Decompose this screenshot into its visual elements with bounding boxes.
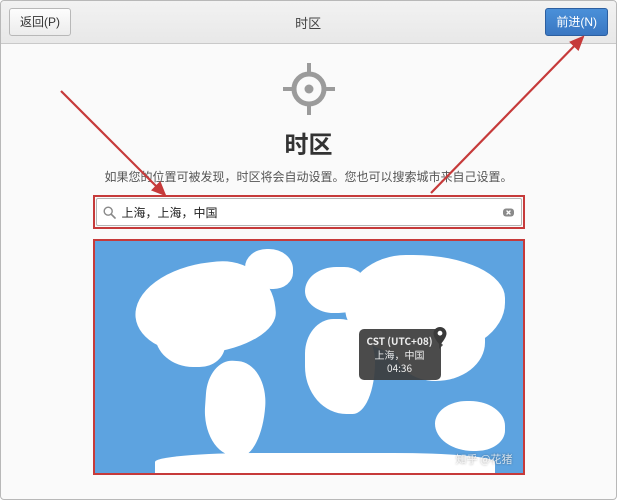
timezone-tooltip: CST (UTC+08) 上海，中国 04:36 [359,329,441,380]
map-landmass [155,307,225,367]
back-button[interactable]: 返回(P) [9,8,71,36]
tooltip-time: 04:36 [367,361,433,375]
map-highlight-box: CST (UTC+08) 上海，中国 04:36 知乎 @花猪 [93,239,525,475]
location-pin-icon[interactable] [433,327,447,341]
forward-button[interactable]: 前进(N) [545,8,608,36]
tooltip-city: 上海，中国 [367,348,433,362]
world-map[interactable]: CST (UTC+08) 上海，中国 04:36 知乎 @花猪 [95,241,523,473]
page-heading: 时区 [1,125,616,160]
map-landmass [201,359,267,458]
content-area: 时区 如果您的位置可被发现，时区将会自动设置。您也可以搜索城市来自己设置。 [1,43,616,499]
tooltip-timezone: CST (UTC+08) [367,334,433,348]
search-highlight-box [93,195,525,229]
city-search-field[interactable] [96,198,522,226]
hint-text: 如果您的位置可被发现，时区将会自动设置。您也可以搜索城市来自己设置。 [1,168,616,185]
search-icon [103,200,116,224]
map-landmass [435,401,505,451]
titlebar: 返回(P) 时区 前进(N) [1,1,616,44]
map-landmass [155,453,495,473]
timezone-setup-window: 返回(P) 时区 前进(N) 时区 如果您的位置可被发现，时区将会自动设置。您也… [0,0,617,500]
watermark: 知乎 @花猪 [456,451,513,467]
clear-icon[interactable] [502,200,515,224]
window-title: 时区 [295,13,321,32]
city-search-input[interactable] [120,204,502,220]
location-target-icon [281,61,337,117]
